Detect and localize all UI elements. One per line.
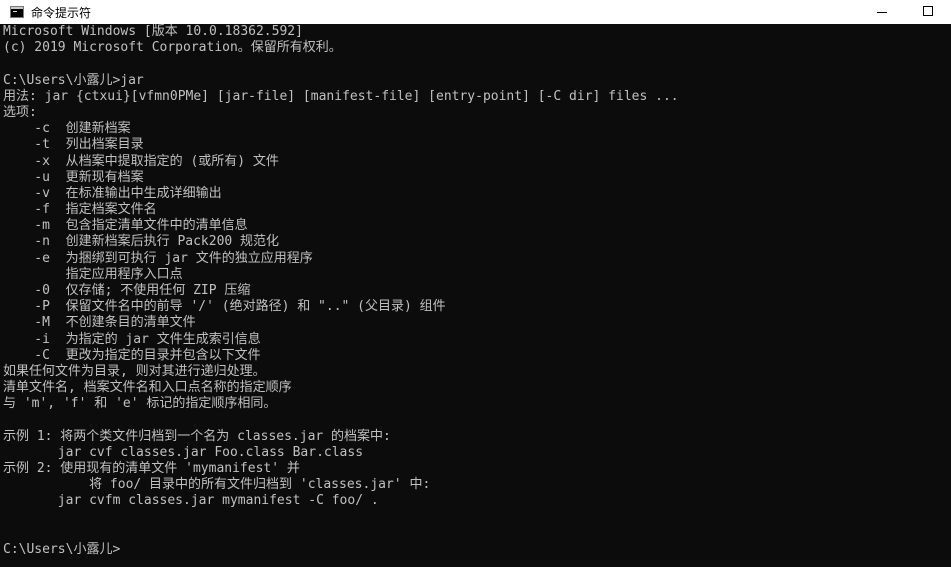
console-line: jar cvfm classes.jar mymanifest -C foo/ … (3, 493, 379, 509)
console-line: -P 保留文件名中的前导 '/' (绝对路径) 和 ".." (父目录) 组件 (3, 299, 446, 315)
console-line: C:\Users\小露儿>jar (3, 72, 144, 88)
console-line: 将 foo/ 目录中的所有文件归档到 'classes.jar' 中: (3, 477, 431, 493)
console-line: 选项: (3, 104, 37, 120)
console-line: -0 仅存储; 不使用任何 ZIP 压缩 (3, 283, 251, 298)
console-line: 清单文件名, 档案文件名和入口点名称的指定顺序 (3, 380, 292, 396)
console-line: -c 创建新档案 (3, 121, 131, 137)
console-line: 与 'm', 'f' 和 'e' 标记的指定顺序相同。 (3, 396, 277, 412)
console-line: -t 列出档案目录 (3, 137, 144, 153)
console-text: Microsoft Windows [版本 10.0.18362.592] (c)… (0, 24, 951, 558)
console-line: (c) 2019 Microsoft Corporation。保留所有权利。 (3, 40, 342, 56)
console-line: -M 不创建条目的清单文件 (3, 315, 196, 331)
console-line: -f 指定档案文件名 (3, 202, 157, 218)
minimize-icon[interactable] (859, 0, 905, 24)
cmd-icon (10, 6, 24, 18)
console-line: -m 包含指定清单文件中的清单信息 (3, 218, 248, 234)
console-prompt[interactable]: C:\Users\小露儿> (3, 542, 951, 558)
console-line: -u 更新现有档案 (3, 169, 144, 185)
console-line: 如果任何文件为目录, 则对其进行递归处理。 (3, 363, 266, 379)
console-line: Microsoft Windows [版本 10.0.18362.592] (3, 24, 303, 39)
console-line: 示例 2: 使用现有的清单文件 'mymanifest' 并 (3, 461, 300, 477)
maximize-icon[interactable] (905, 0, 951, 24)
console-line: -x 从档案中提取指定的 (或所有) 文件 (3, 153, 279, 169)
console-line: jar cvf classes.jar Foo.class Bar.class (3, 444, 364, 460)
console-line: -v 在标准输出中生成详细输出 (3, 185, 222, 201)
title-bar[interactable]: 命令提示符 (0, 0, 951, 24)
console-line: 用法: jar {ctxui}[vfmn0PMe] [jar-file] [ma… (3, 88, 679, 104)
window-title: 命令提示符 (31, 5, 92, 20)
console-line: 指定应用程序入口点 (3, 266, 183, 282)
console-line: 示例 1: 将两个类文件归档到一个名为 classes.jar 的档案中: (3, 428, 391, 444)
window-controls (859, 0, 951, 24)
cmd-window: 命令提示符 Microsoft Windows [版本 10.0.18362.5… (0, 0, 951, 567)
console-line: -i 为指定的 jar 文件生成索引信息 (3, 331, 261, 347)
console-line: -C 更改为指定的目录并包含以下文件 (3, 347, 261, 363)
console-output[interactable]: Microsoft Windows [版本 10.0.18362.592] (c)… (0, 24, 951, 567)
console-line: -n 创建新档案后执行 Pack200 规范化 (3, 234, 280, 250)
console-line: -e 为捆绑到可执行 jar 文件的独立应用程序 (3, 250, 313, 266)
